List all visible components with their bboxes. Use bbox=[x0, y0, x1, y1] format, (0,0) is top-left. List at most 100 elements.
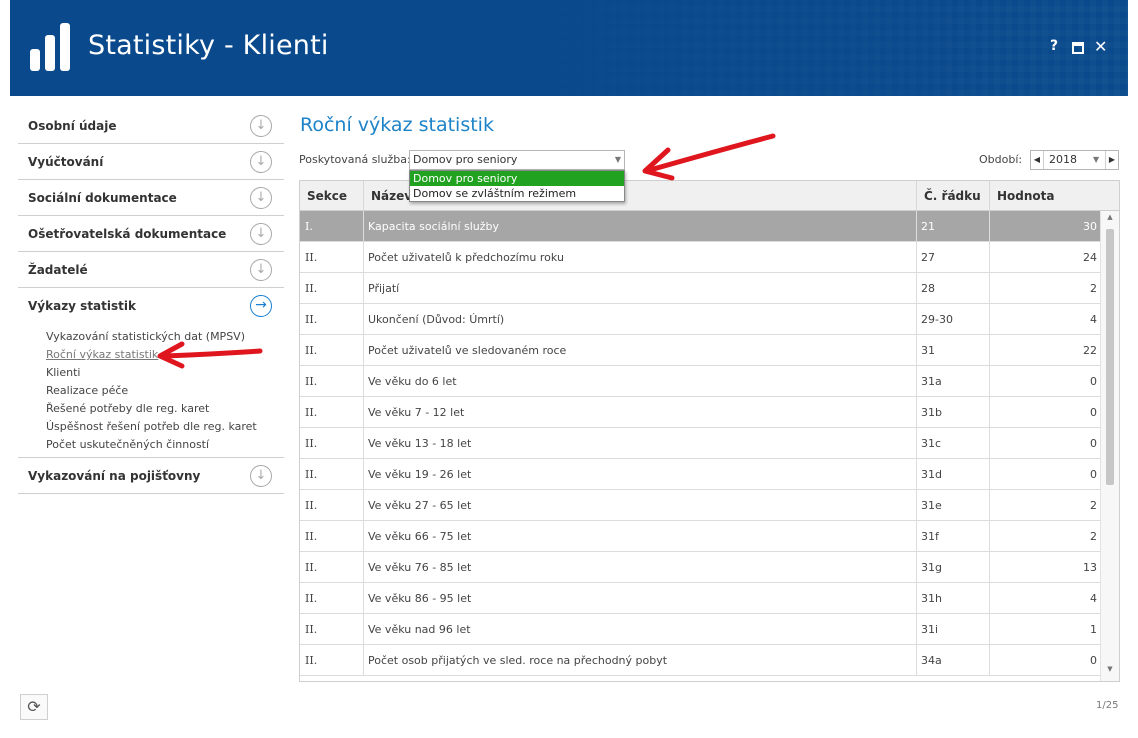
page-counter: 1/25 bbox=[1096, 700, 1119, 711]
close-button[interactable]: ✕ bbox=[1094, 37, 1107, 56]
cell-nazev: Ve věku nad 96 let bbox=[364, 614, 917, 645]
arrow-down-circle-icon[interactable]: ↓ bbox=[250, 115, 272, 137]
cell-sekce: II. bbox=[300, 273, 364, 304]
bar-chart-logo-icon bbox=[30, 23, 72, 71]
table-row[interactable]: II. Ve věku 66 - 75 let 31f 2 bbox=[300, 521, 1102, 552]
chevron-left-icon[interactable]: ◀ bbox=[1031, 151, 1044, 169]
cell-hodnota: 0 bbox=[990, 645, 1102, 676]
sidebar-item-label: Vyúčtování bbox=[28, 155, 104, 169]
table-row[interactable]: II. Ve věku 76 - 85 let 31g 13 bbox=[300, 552, 1102, 583]
period-stepper[interactable]: ◀ 2018 ▼ ▶ bbox=[1030, 150, 1119, 170]
cell-hodnota: 22 bbox=[990, 335, 1102, 366]
sidebar-item-osobni-udaje[interactable]: Osobní údaje ↓ bbox=[18, 108, 284, 144]
cell-sekce: II. bbox=[300, 242, 364, 273]
service-option[interactable]: Domov pro seniory bbox=[410, 171, 624, 186]
arrow-down-circle-icon[interactable]: ↓ bbox=[250, 259, 272, 281]
cell-nazev: Přijatí bbox=[364, 273, 917, 304]
chevron-right-icon[interactable]: ▶ bbox=[1105, 151, 1118, 169]
cell-sekce: II. bbox=[300, 552, 364, 583]
refresh-icon: ⟳ bbox=[27, 697, 41, 716]
service-option[interactable]: Domov se zvláštním režimem bbox=[410, 186, 624, 201]
table-row[interactable]: II. Ve věku 7 - 12 let 31b 0 bbox=[300, 397, 1102, 428]
cell-nazev: Kapacita sociální služby bbox=[364, 211, 917, 242]
cell-nazev: Počet uživatelů ve sledovaném roce bbox=[364, 335, 917, 366]
cell-nazev: Ve věku 13 - 18 let bbox=[364, 428, 917, 459]
subnav-item-rocni-vykaz[interactable]: Roční výkaz statistik bbox=[46, 346, 257, 364]
cell-hodnota: 1 bbox=[990, 614, 1102, 645]
period-value[interactable]: 2018 bbox=[1049, 151, 1077, 169]
service-select[interactable]: Domov pro seniory ▼ bbox=[409, 150, 625, 170]
subnav-item-mpsv[interactable]: Vykazování statistických dat (MPSV) bbox=[46, 328, 257, 346]
scroll-up-icon[interactable]: ▲ bbox=[1101, 213, 1119, 225]
cell-radek: 31f bbox=[917, 521, 990, 552]
cell-nazev: Ve věku 19 - 26 let bbox=[364, 459, 917, 490]
table-row[interactable]: II. Ve věku 19 - 26 let 31d 0 bbox=[300, 459, 1102, 490]
scroll-down-icon[interactable]: ▼ bbox=[1101, 665, 1119, 677]
cell-radek: 28 bbox=[917, 273, 990, 304]
table-row[interactable]: II. Ukončení (Důvod: Úmrtí) 29-30 4 bbox=[300, 304, 1102, 335]
table-row[interactable]: II. Přijatí 28 2 bbox=[300, 273, 1102, 304]
sidebar-item-zadatele[interactable]: Žadatelé ↓ bbox=[18, 252, 284, 288]
arrow-down-circle-icon[interactable]: ↓ bbox=[250, 223, 272, 245]
cell-nazev: Ve věku 7 - 12 let bbox=[364, 397, 917, 428]
help-button[interactable]: ? bbox=[1050, 38, 1058, 54]
cell-sekce: II. bbox=[300, 490, 364, 521]
column-header-hodnota[interactable]: Hodnota bbox=[990, 181, 1102, 211]
table-scrollbar[interactable]: ▲ ▼ bbox=[1100, 211, 1119, 681]
cell-sekce: II. bbox=[300, 428, 364, 459]
scroll-thumb[interactable] bbox=[1106, 229, 1114, 485]
cell-sekce: I. bbox=[300, 211, 364, 242]
cell-hodnota: 2 bbox=[990, 521, 1102, 552]
table-row[interactable]: II. Ve věku 27 - 65 let 31e 2 bbox=[300, 490, 1102, 521]
column-header-sekce[interactable]: Sekce bbox=[300, 181, 364, 211]
table-row[interactable]: II. Ve věku 13 - 18 let 31c 0 bbox=[300, 428, 1102, 459]
cell-sekce: II. bbox=[300, 366, 364, 397]
cell-radek: 21 bbox=[917, 211, 990, 242]
cell-radek: 31h bbox=[917, 583, 990, 614]
cell-sekce: II. bbox=[300, 335, 364, 366]
table-row[interactable]: II. Počet osob přijatých ve sled. roce na… bbox=[300, 645, 1102, 676]
subnav-list: Vykazování statistických dat (MPSV) Ročn… bbox=[46, 328, 257, 454]
maximize-icon[interactable] bbox=[1072, 42, 1084, 54]
sidebar-item-label: Osobní údaje bbox=[28, 119, 117, 133]
chevron-down-icon[interactable]: ▼ bbox=[1093, 151, 1099, 169]
table-row[interactable]: II. Ve věku nad 96 let 31i 1 bbox=[300, 614, 1102, 645]
table-row[interactable]: II. Ve věku 86 - 95 let 31h 4 bbox=[300, 583, 1102, 614]
cell-hodnota: 4 bbox=[990, 304, 1102, 335]
sidebar-item-osetrovatelska-dokumentace[interactable]: Ošetřovatelská dokumentace ↓ bbox=[18, 216, 284, 252]
table-row[interactable]: II. Ve věku do 6 let 31a 0 bbox=[300, 366, 1102, 397]
table-body: I. Kapacita sociální služby 21 30 II. Počet u… bbox=[300, 211, 1102, 676]
table-row[interactable]: II. Počet uživatelů k předchozímu roku 27 2… bbox=[300, 242, 1102, 273]
subnav-item-pocet-cinnosti[interactable]: Počet uskutečněných činností bbox=[46, 436, 257, 454]
cell-hodnota: 2 bbox=[990, 273, 1102, 304]
cell-nazev: Ukončení (Důvod: Úmrtí) bbox=[364, 304, 917, 335]
arrow-down-circle-icon[interactable]: ↓ bbox=[250, 465, 272, 487]
refresh-button[interactable]: ⟳ bbox=[20, 694, 48, 720]
subnav-item-realizace-pece[interactable]: Realizace péče bbox=[46, 382, 257, 400]
sidebar-item-label: Žadatelé bbox=[28, 263, 88, 277]
arrow-down-circle-icon[interactable]: ↓ bbox=[250, 187, 272, 209]
page-title: Roční výkaz statistik bbox=[300, 114, 494, 136]
arrow-down-circle-icon[interactable]: ↓ bbox=[250, 151, 272, 173]
subnav-item-klienti[interactable]: Klienti bbox=[46, 364, 257, 382]
sidebar-item-vykazy-statistik[interactable]: Výkazy statistik → Vykazování statistick… bbox=[18, 288, 284, 458]
table-header-corner bbox=[1100, 181, 1119, 211]
cell-nazev: Ve věku do 6 let bbox=[364, 366, 917, 397]
sidebar-item-label: Sociální dokumentace bbox=[28, 191, 177, 205]
cell-sekce: II. bbox=[300, 459, 364, 490]
sidebar-item-socialni-dokumentace[interactable]: Sociální dokumentace ↓ bbox=[18, 180, 284, 216]
sidebar-item-vykazovani-pojistovny[interactable]: Vykazování na pojišťovny ↓ bbox=[18, 458, 284, 494]
app-window: Statistiky - Klienti ? ✕ Osobní údaje ↓ … bbox=[0, 0, 1138, 738]
table-row[interactable]: I. Kapacita sociální služby 21 30 bbox=[300, 211, 1102, 242]
column-header-radek[interactable]: Č. řádku bbox=[917, 181, 990, 211]
annotation-arrow-dropdown bbox=[647, 133, 776, 173]
table-row[interactable]: II. Počet uživatelů ve sledovaném roce 31 2… bbox=[300, 335, 1102, 366]
subnav-item-resene-potreby[interactable]: Řešené potřeby dle reg. karet bbox=[46, 400, 257, 418]
cell-hodnota: 24 bbox=[990, 242, 1102, 273]
cell-radek: 27 bbox=[917, 242, 990, 273]
arrow-right-circle-icon[interactable]: → bbox=[250, 295, 272, 317]
cell-radek: 31b bbox=[917, 397, 990, 428]
sidebar-item-vyuctovani[interactable]: Vyúčtování ↓ bbox=[18, 144, 284, 180]
subnav-item-uspesnost[interactable]: Úspěšnost řešení potřeb dle reg. karet bbox=[46, 418, 257, 436]
cell-hodnota: 4 bbox=[990, 583, 1102, 614]
